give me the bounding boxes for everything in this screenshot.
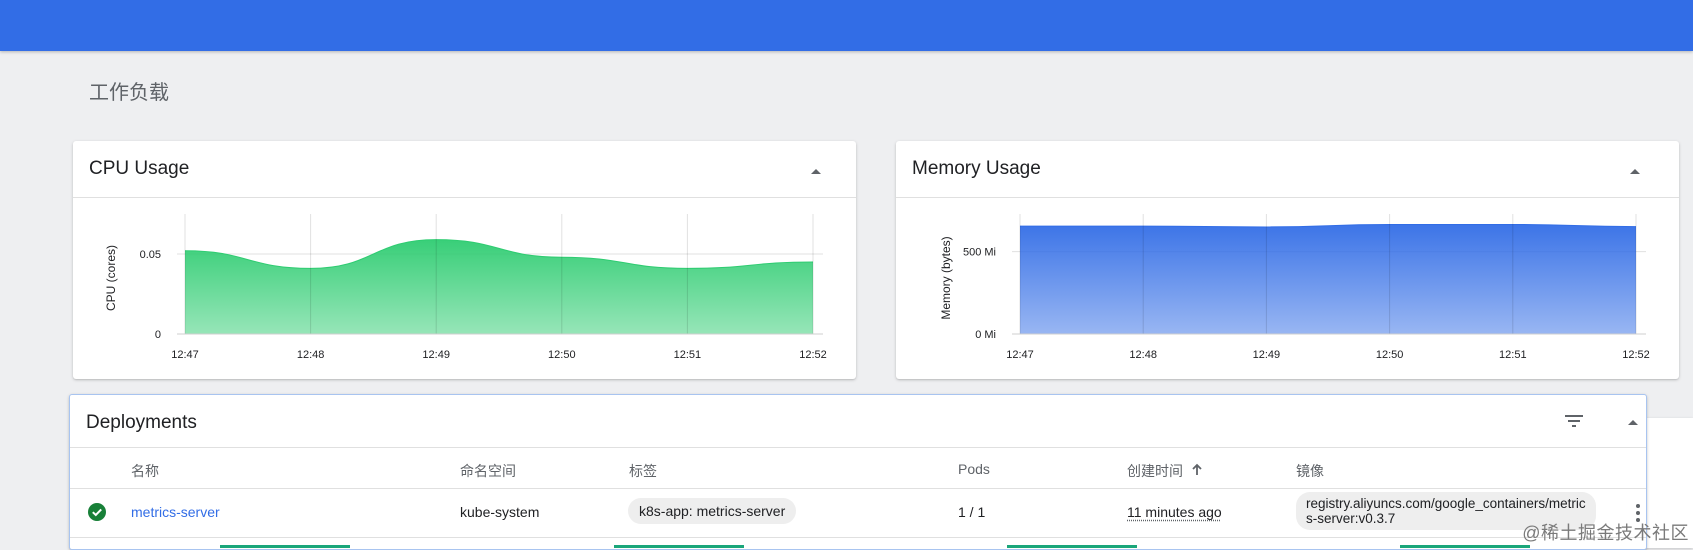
filter-icon[interactable]	[1562, 409, 1586, 433]
pods-cell: 1 / 1	[958, 504, 985, 520]
x-tick-label: 12:52	[799, 349, 827, 361]
x-tick-label: 12:47	[1006, 349, 1034, 361]
series-area	[1020, 224, 1636, 334]
x-tick-label: 12:47	[171, 349, 199, 361]
table-divider	[70, 488, 1646, 489]
column-header-labels: 标签	[629, 461, 657, 481]
top-app-bar	[0, 0, 1693, 51]
card-title: Deployments	[86, 412, 197, 434]
card-header: CPU Usage	[73, 141, 856, 198]
cpu-usage-card: CPU Usage 0 0.05 12:47 12:48 12:49 12:50 12:51…	[73, 141, 856, 379]
x-tick-label: 12:51	[674, 349, 702, 361]
memory-usage-chart: 0 Mi 500 Mi 12:47 12:48 12:49 12:50 12:51 12:52…	[896, 198, 1679, 378]
x-tick-label: 12:48	[297, 349, 325, 361]
card-header: Deployments	[70, 395, 1646, 448]
created-cell: 11 minutes ago	[1127, 504, 1222, 520]
y-axis-label: Memory (bytes)	[939, 236, 953, 319]
card-header: Memory Usage	[896, 141, 1679, 198]
column-header-created-label: 创建时间	[1127, 463, 1183, 479]
column-header-pods: Pods	[958, 461, 990, 477]
x-tick-label: 12:49	[422, 349, 450, 361]
chevron-up-icon[interactable]	[806, 161, 826, 181]
column-header-namespace[interactable]: 命名空间	[460, 461, 516, 481]
x-tick-label: 12:52	[1622, 349, 1650, 361]
x-tick-label: 12:48	[1129, 349, 1157, 361]
memory-usage-card: Memory Usage 0 Mi 500 Mi 12:47 12:48 12:49 12…	[896, 141, 1679, 379]
chevron-up-icon[interactable]	[1623, 412, 1643, 432]
column-header-name[interactable]: 名称	[131, 461, 159, 481]
y-axis-label: CPU (cores)	[104, 245, 118, 311]
y-tick-label: 0 Mi	[975, 329, 996, 341]
label-chip: k8s-app: metrics-server	[628, 498, 796, 524]
watermark: @稀土掘金技术社区	[1522, 519, 1689, 545]
image-chip-line: registry.aliyuncs.com/google_containers/…	[1306, 496, 1586, 511]
y-tick-label: 0	[155, 329, 161, 341]
x-tick-label: 12:49	[1253, 349, 1281, 361]
deployment-name-link[interactable]: metrics-server	[131, 504, 220, 520]
column-header-created[interactable]: 创建时间	[1127, 461, 1204, 481]
card-title: CPU Usage	[89, 158, 189, 180]
x-tick-label: 12:51	[1499, 349, 1527, 361]
card-title: Memory Usage	[912, 158, 1041, 180]
arrow-up-icon[interactable]	[1190, 463, 1204, 477]
namespace-cell: kube-system	[460, 504, 539, 520]
column-header-images: 镜像	[1296, 461, 1324, 481]
check-circle-icon	[88, 503, 106, 521]
y-tick-label: 0.05	[140, 249, 161, 261]
y-tick-label: 500 Mi	[963, 247, 996, 259]
page-title: 工作负载	[89, 76, 169, 105]
cpu-usage-chart: 0 0.05 12:47 12:48 12:49 12:50 12:51 12:52 CPU (…	[73, 198, 856, 378]
x-tick-label: 12:50	[548, 349, 576, 361]
chevron-up-icon[interactable]	[1625, 161, 1645, 181]
table-divider	[70, 537, 1646, 538]
x-tick-label: 12:50	[1376, 349, 1404, 361]
